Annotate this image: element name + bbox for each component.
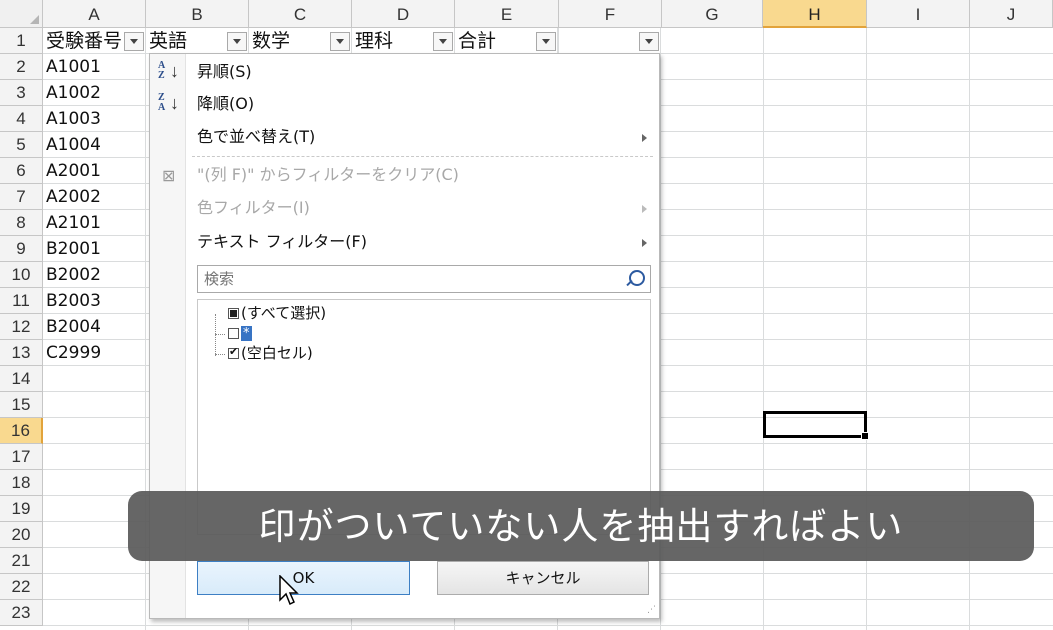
column-header-d[interactable]: D (352, 0, 455, 28)
menu-sort-ascending[interactable]: 昇順(S) (197, 57, 252, 87)
filter-item-blank[interactable]: (空白セル) (228, 343, 313, 363)
tree-line (215, 334, 225, 335)
column-header-e[interactable]: E (455, 0, 559, 28)
submenu-arrow-icon (642, 134, 647, 142)
search-icon[interactable] (629, 270, 645, 286)
cell-exam-id[interactable]: A1001 (43, 54, 146, 80)
filter-item-asterisk[interactable]: * (228, 323, 252, 343)
mouse-pointer-icon (279, 575, 299, 606)
column-header-c[interactable]: C (249, 0, 352, 28)
row-header[interactable]: 10 (0, 262, 43, 288)
submenu-arrow-icon (642, 239, 647, 247)
menu-clear-filter[interactable]: "(列 F)" からフィルターをクリア(C) (197, 160, 459, 190)
filter-item-label: (空白セル) (241, 344, 313, 362)
row-header[interactable]: 20 (0, 522, 43, 548)
cell-exam-id[interactable]: A1002 (43, 80, 146, 106)
checkbox[interactable] (228, 328, 239, 339)
row-header[interactable]: 22 (0, 574, 43, 600)
filter-search-box[interactable] (197, 265, 651, 293)
column-header-h[interactable]: H (763, 0, 867, 28)
row-header[interactable]: 11 (0, 288, 43, 314)
row-header[interactable]: 15 (0, 392, 43, 418)
cell-exam-id[interactable]: A1004 (43, 132, 146, 158)
filter-dropdown-c[interactable] (330, 32, 350, 51)
cell-exam-id[interactable]: A2101 (43, 210, 146, 236)
cell-exam-id[interactable]: B2004 (43, 314, 146, 340)
menu-color-filter[interactable]: 色フィルター(I) (197, 193, 310, 223)
cell-exam-id[interactable]: B2002 (43, 262, 146, 288)
filter-item-select-all[interactable]: (すべて選択) (228, 303, 326, 323)
cell-exam-id[interactable]: B2001 (43, 236, 146, 262)
row-header[interactable]: 5 (0, 132, 43, 158)
filter-item-label: * (241, 326, 252, 341)
column-header-a[interactable]: A (43, 0, 146, 28)
row-header[interactable]: 17 (0, 444, 43, 470)
filter-item-label: (すべて選択) (241, 304, 327, 322)
row-header[interactable]: 9 (0, 236, 43, 262)
filter-dropdown-e[interactable] (536, 32, 556, 51)
filter-dropdown-a[interactable] (124, 32, 144, 51)
row-header[interactable]: 12 (0, 314, 43, 340)
cancel-button[interactable]: キャンセル (437, 561, 649, 595)
column-header-b[interactable]: B (146, 0, 249, 28)
row-header[interactable]: 1 (0, 28, 43, 54)
row-header[interactable]: 14 (0, 366, 43, 392)
tree-line (215, 314, 216, 356)
menu-separator (192, 156, 653, 157)
row-header[interactable]: 23 (0, 600, 43, 626)
sort-ascending-icon: AZ ↓ (158, 60, 179, 82)
cell-exam-id[interactable]: C2999 (43, 340, 146, 366)
column-header-f[interactable]: F (559, 0, 662, 28)
checkbox[interactable] (228, 308, 239, 319)
column-header-g[interactable]: G (662, 0, 763, 28)
cell-exam-id[interactable]: A1003 (43, 106, 146, 132)
menu-text-filter[interactable]: テキスト フィルター(F) (197, 227, 367, 257)
column-header-i[interactable]: I (867, 0, 970, 28)
row-header[interactable]: 19 (0, 496, 43, 522)
sort-descending-icon: ZA ↓ (158, 92, 179, 114)
row-header[interactable]: 13 (0, 340, 43, 366)
row-header[interactable]: 16 (0, 418, 43, 444)
filter-dropdown-f[interactable] (639, 32, 659, 51)
search-input[interactable] (198, 266, 610, 292)
row-header[interactable]: 3 (0, 80, 43, 106)
row-header[interactable]: 18 (0, 470, 43, 496)
active-cell-cursor (763, 411, 869, 440)
select-all-corner[interactable] (0, 0, 43, 28)
tree-line (215, 354, 225, 355)
cell-exam-id[interactable]: A2001 (43, 158, 146, 184)
row-header[interactable]: 21 (0, 548, 43, 574)
menu-sort-descending[interactable]: 降順(O) (197, 89, 254, 119)
submenu-arrow-icon (642, 205, 647, 213)
cell-exam-id[interactable]: B2003 (43, 288, 146, 314)
row-header[interactable]: 8 (0, 210, 43, 236)
cell-exam-id[interactable]: A2002 (43, 184, 146, 210)
resize-grip-icon[interactable]: ⋰ (647, 606, 656, 615)
menu-sort-by-color[interactable]: 色で並べ替え(T) (197, 122, 652, 152)
checkbox[interactable] (228, 344, 239, 360)
filter-dropdown-d[interactable] (433, 32, 453, 51)
column-header-j[interactable]: J (970, 0, 1053, 28)
row-header[interactable]: 4 (0, 106, 43, 132)
row-header[interactable]: 7 (0, 184, 43, 210)
filter-dropdown-b[interactable] (227, 32, 247, 51)
clear-filter-icon: ⊠ (162, 166, 176, 185)
ok-button[interactable]: OK (197, 561, 410, 595)
row-header[interactable]: 6 (0, 158, 43, 184)
subtitle-caption: 印がついていない人を抽出すればよい (128, 491, 1034, 561)
row-header[interactable]: 2 (0, 54, 43, 80)
menu-sort-by-color-label: 色で並べ替え(T) (197, 127, 316, 146)
